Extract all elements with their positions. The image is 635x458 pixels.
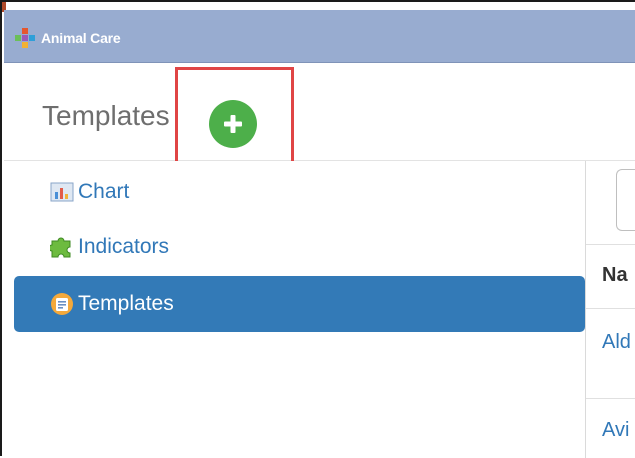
search-input[interactable] <box>616 169 635 231</box>
puzzle-icon <box>50 237 71 258</box>
title-bar: Animal Care <box>4 10 635 63</box>
page-title: Templates <box>42 100 170 131</box>
sidebar-item-label: Indicators <box>78 235 170 258</box>
app-logo-icon <box>15 28 35 48</box>
sidebar-item-indicators[interactable]: Indicators <box>14 219 585 275</box>
sidebar-item-chart[interactable]: Chart <box>14 164 585 220</box>
templates-table-panel: Na Ald Avi <box>586 161 635 458</box>
add-template-button[interactable] <box>209 100 257 148</box>
table-divider <box>586 398 635 399</box>
sidebar-item-templates[interactable]: Templates <box>14 276 585 332</box>
table-column-header: Na <box>602 264 628 286</box>
sidebar-item-label: Chart <box>78 180 130 203</box>
app-title-group: Animal Care <box>14 28 121 48</box>
sidebar: Chart Indicators Templates <box>4 161 586 458</box>
chart-icon <box>50 182 74 202</box>
app-title: Animal Care <box>41 30 121 46</box>
app-window: Animal Care Templates Chart Indicators T… <box>0 0 635 458</box>
table-row-link[interactable]: Ald <box>602 331 631 354</box>
page-header: Templates <box>4 63 635 161</box>
plus-icon <box>224 115 242 133</box>
table-divider <box>586 244 635 245</box>
table-row-link[interactable]: Avi <box>602 419 629 442</box>
templates-icon <box>51 293 73 315</box>
sidebar-item-label: Templates <box>78 292 174 315</box>
table-divider <box>586 308 635 309</box>
